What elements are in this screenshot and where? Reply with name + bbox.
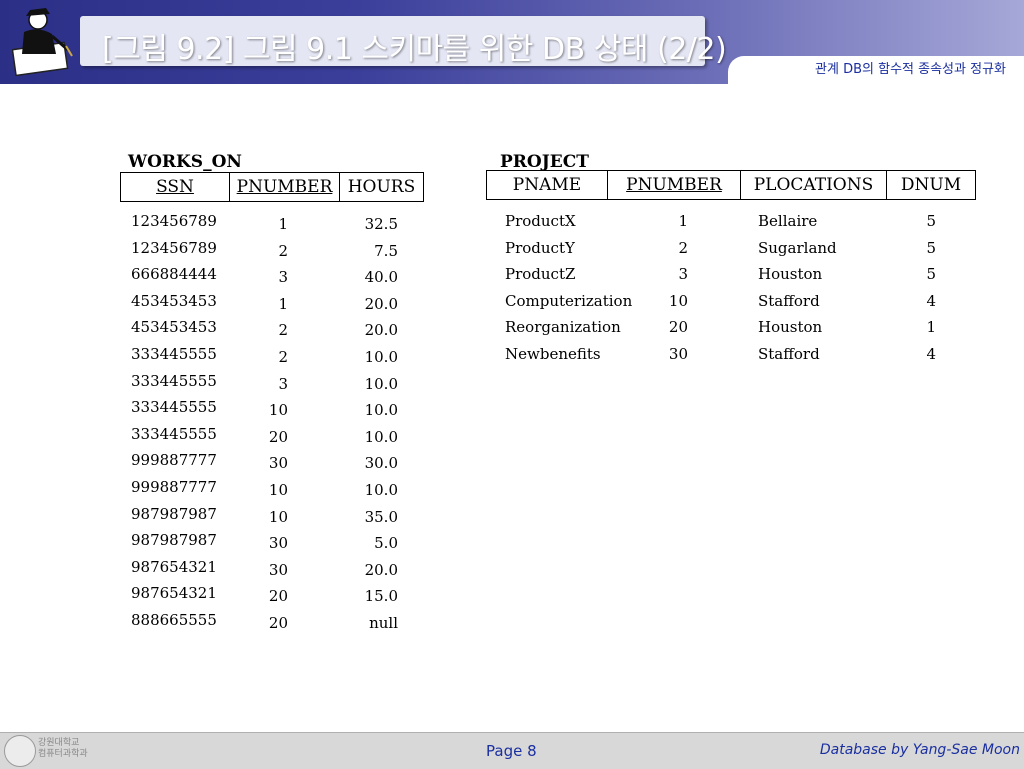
works-on-cell-ssn: 123456789 <box>131 239 217 257</box>
works-on-cell-hours: null <box>369 614 398 632</box>
works-on-cell-pnumber: 20 <box>268 587 288 605</box>
works-on-cell-ssn: 999887777 <box>131 451 217 469</box>
works-on-header-ssn: SSN <box>120 172 230 202</box>
works-on-cell-pnumber: 3 <box>278 268 288 286</box>
works-on-cell-pnumber: 2 <box>278 321 288 339</box>
footer-logo-line-2: 컴퓨터과학과 <box>38 749 88 759</box>
works-on-cell-ssn: 888665555 <box>131 611 217 629</box>
project-cell-dnum: 5 <box>926 265 936 283</box>
works-on-cell-hours: 10.0 <box>364 348 398 366</box>
works-on-cell-hours: 10.0 <box>364 428 398 446</box>
works-on-cell-hours: 20.0 <box>364 561 398 579</box>
works-on-cell-pnumber: 10 <box>268 481 288 499</box>
project-header-pnumber: PNUMBER <box>607 170 741 200</box>
project-cell-dnum: 5 <box>926 239 936 257</box>
works-on-cell-ssn: 999887777 <box>131 478 217 496</box>
works-on-cell-hours: 5.0 <box>374 534 398 552</box>
footer-credit: Database by Yang-Sae Moon <box>819 742 1020 758</box>
project-cell-dnum: 4 <box>926 345 936 363</box>
project-cell-pname: ProductY <box>505 239 575 257</box>
project-cell-pname: Reorganization <box>505 318 621 336</box>
project-cell-plocations: Stafford <box>758 292 820 310</box>
university-seal-icon <box>4 735 36 767</box>
works-on-cell-pnumber: 10 <box>268 401 288 419</box>
works-on-cell-hours: 10.0 <box>364 481 398 499</box>
project-cell-pnumber: 3 <box>678 265 688 283</box>
works-on-cell-pnumber: 10 <box>268 508 288 526</box>
works-on-cell-ssn: 987654321 <box>131 584 217 602</box>
project-cell-pname: ProductZ <box>505 265 576 283</box>
works-on-cell-hours: 20.0 <box>364 321 398 339</box>
works-on-cell-ssn: 333445555 <box>131 372 217 390</box>
works-on-cell-ssn: 453453453 <box>131 318 217 336</box>
works-on-cell-pnumber: 30 <box>268 561 288 579</box>
project-header-plocations: PLOCATIONS <box>740 170 887 200</box>
project-cell-pnumber: 10 <box>668 292 688 310</box>
works-on-cell-ssn: 987654321 <box>131 558 217 576</box>
project-header-dnum: DNUM <box>886 170 976 200</box>
works-on-cell-hours: 7.5 <box>374 242 398 260</box>
works-on-cell-ssn: 666884444 <box>131 265 217 283</box>
works-on-cell-pnumber: 20 <box>268 428 288 446</box>
works-on-header-pnumber: PNUMBER <box>229 172 340 202</box>
footer-bar: 강원대학교 컴퓨터과학과 Page 8 Database by Yang-Sae… <box>0 732 1024 769</box>
project-cell-pname: Newbenefits <box>505 345 601 363</box>
project-cell-plocations: Houston <box>758 265 823 283</box>
project-cell-plocations: Sugarland <box>758 239 837 257</box>
project-cell-dnum: 1 <box>926 318 936 336</box>
works-on-cell-ssn: 987987987 <box>131 505 217 523</box>
project-cell-dnum: 4 <box>926 292 936 310</box>
works-on-cell-pnumber: 30 <box>268 534 288 552</box>
works-on-cell-pnumber: 1 <box>278 215 288 233</box>
works-on-cell-hours: 15.0 <box>364 587 398 605</box>
works-on-cell-hours: 20.0 <box>364 295 398 313</box>
footer-logo-line-1: 강원대학교 <box>38 738 80 748</box>
project-cell-pnumber: 2 <box>678 239 688 257</box>
works-on-cell-hours: 40.0 <box>364 268 398 286</box>
project-cell-pnumber: 1 <box>678 212 688 230</box>
page-subtitle: 관계 DB의 함수적 종속성과 정규화 <box>809 60 1012 82</box>
works-on-cell-hours: 10.0 <box>364 375 398 393</box>
works-on-cell-ssn: 123456789 <box>131 212 217 230</box>
works-on-cell-hours: 32.5 <box>364 215 398 233</box>
project-cell-pnumber: 30 <box>668 345 688 363</box>
works-on-cell-hours: 10.0 <box>364 401 398 419</box>
works-on-title: WORKS_ON <box>128 152 242 172</box>
works-on-cell-ssn: 333445555 <box>131 398 217 416</box>
works-on-header-hours: HOURS <box>339 172 424 202</box>
project-title: PROJECT <box>500 152 589 172</box>
works-on-cell-pnumber: 3 <box>278 375 288 393</box>
project-cell-pname: Computerization <box>505 292 633 310</box>
project-cell-plocations: Bellaire <box>758 212 818 230</box>
works-on-cell-ssn: 987987987 <box>131 531 217 549</box>
project-cell-plocations: Houston <box>758 318 823 336</box>
header-band: [그림 9.2] 그림 9.1 스키마를 위한 DB 상태 (2/2) 관계 D… <box>0 0 1024 84</box>
works-on-cell-ssn: 333445555 <box>131 345 217 363</box>
works-on-cell-ssn: 453453453 <box>131 292 217 310</box>
works-on-cell-pnumber: 20 <box>268 614 288 632</box>
project-cell-pname: ProductX <box>505 212 576 230</box>
project-header-pname: PNAME <box>486 170 608 200</box>
works-on-cell-hours: 35.0 <box>364 508 398 526</box>
works-on-cell-pnumber: 2 <box>278 348 288 366</box>
project-cell-dnum: 5 <box>926 212 936 230</box>
works-on-cell-ssn: 333445555 <box>131 425 217 443</box>
page-number: Page 8 <box>486 742 537 760</box>
page-title: [그림 9.2] 그림 9.1 스키마를 위한 DB 상태 (2/2) <box>102 32 727 67</box>
project-cell-pnumber: 20 <box>668 318 688 336</box>
works-on-cell-pnumber: 1 <box>278 295 288 313</box>
works-on-cell-pnumber: 2 <box>278 242 288 260</box>
works-on-cell-hours: 30.0 <box>364 454 398 472</box>
footer-logo-text: 강원대학교 컴퓨터과학과 <box>38 738 88 760</box>
project-cell-plocations: Stafford <box>758 345 820 363</box>
writer-illustration-icon <box>11 6 80 77</box>
works-on-cell-pnumber: 30 <box>268 454 288 472</box>
